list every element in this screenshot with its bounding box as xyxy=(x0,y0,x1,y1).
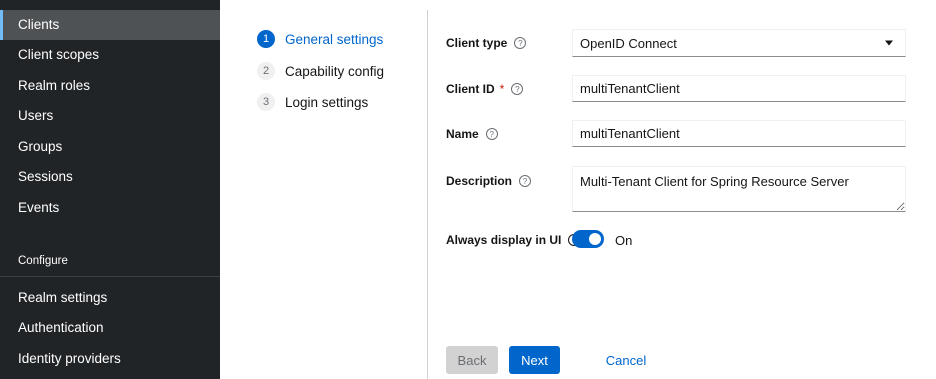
help-icon[interactable]: ? xyxy=(514,37,527,49)
sidebar-item-users[interactable]: Users xyxy=(0,101,220,131)
description-textarea[interactable] xyxy=(572,166,906,212)
wizard-step-general-settings[interactable]: 1 General settings xyxy=(257,29,383,49)
always-display-label: Always display in UI ? xyxy=(446,233,581,247)
sidebar-item-sessions[interactable]: Sessions xyxy=(0,162,220,192)
toggle-knob xyxy=(589,233,601,245)
name-input[interactable]: multiTenantClient xyxy=(572,120,906,147)
wizard-step-capability-config[interactable]: 2 Capability config xyxy=(257,61,384,81)
wizard-step-login-settings[interactable]: 3 Login settings xyxy=(257,92,368,112)
client-id-input[interactable]: multiTenantClient xyxy=(572,75,906,102)
sidebar-item-client-scopes[interactable]: Client scopes xyxy=(0,40,220,70)
step-number: 3 xyxy=(257,93,275,111)
help-icon[interactable]: ? xyxy=(511,83,524,95)
sidebar-item-realm-roles[interactable]: Realm roles xyxy=(0,71,220,101)
sidebar: Clients Client scopes Realm roles Users … xyxy=(0,0,220,379)
client-type-value: OpenID Connect xyxy=(580,35,677,51)
name-value: multiTenantClient xyxy=(580,126,680,141)
always-display-toggle[interactable] xyxy=(572,230,604,248)
step-label: General settings xyxy=(285,31,384,47)
next-button[interactable]: Next xyxy=(509,346,560,374)
name-label-text: Name xyxy=(446,127,479,141)
sidebar-item-groups[interactable]: Groups xyxy=(0,132,220,162)
cancel-button[interactable]: Cancel xyxy=(598,346,654,374)
wizard-divider xyxy=(427,10,428,379)
description-label: Description ? xyxy=(446,174,532,188)
client-id-label: Client ID * ? xyxy=(446,82,524,96)
step-number: 2 xyxy=(257,62,275,80)
step-number: 1 xyxy=(257,30,275,48)
sidebar-section-configure: Configure xyxy=(18,255,68,267)
help-icon[interactable]: ? xyxy=(519,175,532,187)
required-asterisk: * xyxy=(499,82,505,96)
sidebar-divider xyxy=(0,276,220,277)
toggle-state-text: On xyxy=(615,233,633,248)
sidebar-item-events[interactable]: Events xyxy=(0,193,220,223)
client-type-label: Client type ? xyxy=(446,36,527,50)
client-id-value: multiTenantClient xyxy=(580,81,680,96)
help-icon[interactable]: ? xyxy=(485,128,498,140)
client-type-label-text: Client type xyxy=(446,36,508,50)
client-id-label-text: Client ID xyxy=(446,82,495,96)
sidebar-item-authentication[interactable]: Authentication xyxy=(0,313,220,343)
sidebar-item-clients[interactable]: Clients xyxy=(0,10,220,40)
sidebar-item-identity-providers[interactable]: Identity providers xyxy=(0,344,220,374)
step-label: Login settings xyxy=(285,94,369,110)
caret-down-icon xyxy=(885,40,893,46)
description-label-text: Description xyxy=(446,174,513,188)
back-button[interactable]: Back xyxy=(446,346,498,374)
name-label: Name ? xyxy=(446,127,498,141)
client-type-select[interactable]: OpenID Connect xyxy=(572,29,906,57)
always-display-label-text: Always display in UI xyxy=(446,233,562,247)
step-label: Capability config xyxy=(285,63,385,79)
sidebar-item-realm-settings[interactable]: Realm settings xyxy=(0,283,220,313)
